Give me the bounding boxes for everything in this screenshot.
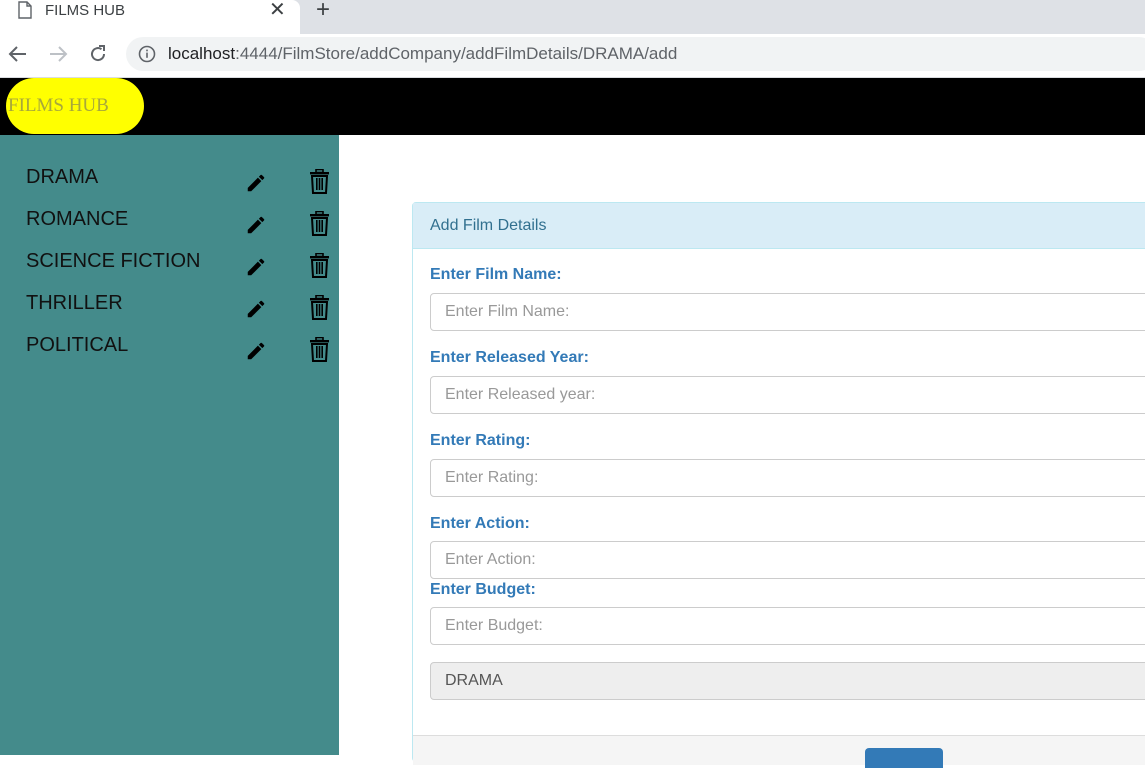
browser-toolbar: localhost:4444/FilmStore/addCompany/addF… — [0, 34, 1145, 78]
app-header: FILMS HUB — [0, 78, 1145, 135]
logo-text: FILMS HUB — [8, 95, 109, 116]
edit-icon[interactable] — [245, 256, 267, 278]
forward-icon[interactable] — [46, 42, 70, 66]
trash-icon[interactable] — [309, 295, 330, 320]
sidebar: DRAMA ROMANCE SCIENCE FICTION THRILLER P… — [0, 135, 339, 755]
category-value: DRAMA — [445, 672, 503, 689]
trash-icon[interactable] — [309, 169, 330, 194]
browser-tab-bar: FILMS HUB ✕ + — [0, 0, 1145, 34]
reload-icon[interactable] — [86, 42, 110, 66]
new-tab-icon[interactable]: + — [316, 0, 330, 22]
panel-heading: Add Film Details — [413, 203, 1145, 249]
sidebar-item-science-fiction: SCIENCE FICTION — [0, 250, 339, 292]
main-content: Add Film Details Enter Film Name: Enter … — [339, 135, 1145, 768]
category-field: DRAMA — [430, 662, 1145, 700]
sidebar-item-label[interactable]: POLITICAL — [26, 334, 128, 357]
sidebar-item-thriller: THRILLER — [0, 292, 339, 334]
sidebar-item-political: POLITICAL — [0, 334, 339, 376]
tab-title: FILMS HUB — [45, 2, 126, 19]
trash-icon[interactable] — [309, 337, 330, 362]
action-input[interactable] — [430, 541, 1145, 579]
info-icon[interactable] — [138, 45, 156, 63]
edit-icon[interactable] — [245, 298, 267, 320]
action-label: Enter Action: — [430, 515, 530, 532]
url-host: localhost — [168, 44, 236, 63]
film-name-label: Enter Film Name: — [430, 266, 562, 283]
browser-tab[interactable]: FILMS HUB ✕ — [0, 0, 300, 34]
logo[interactable]: FILMS HUB — [6, 78, 144, 134]
sidebar-item-label[interactable]: ROMANCE — [26, 208, 128, 231]
sidebar-item-label[interactable]: SCIENCE FICTION — [26, 250, 200, 273]
rating-label: Enter Rating: — [430, 432, 531, 449]
edit-icon[interactable] — [245, 340, 267, 362]
edit-icon[interactable] — [245, 214, 267, 236]
film-name-input[interactable] — [430, 293, 1145, 331]
trash-icon[interactable] — [309, 211, 330, 236]
sidebar-item-drama: DRAMA — [0, 166, 339, 208]
url-path: :4444/FilmStore/addCompany/addFilmDetail… — [235, 44, 678, 63]
sidebar-item-label[interactable]: DRAMA — [26, 166, 98, 189]
submit-button[interactable] — [865, 748, 943, 768]
budget-label: Enter Budget: — [430, 581, 536, 598]
panel-title: Add Film Details — [430, 217, 547, 234]
add-film-panel: Add Film Details Enter Film Name: Enter … — [412, 202, 1145, 768]
sidebar-item-label[interactable]: THRILLER — [26, 292, 123, 315]
back-icon[interactable] — [6, 42, 30, 66]
url-text: localhost:4444/FilmStore/addCompany/addF… — [168, 44, 677, 64]
budget-input[interactable] — [430, 607, 1145, 645]
edit-icon[interactable] — [245, 172, 267, 194]
released-year-input[interactable] — [430, 376, 1145, 414]
sidebar-item-romance: ROMANCE — [0, 208, 339, 250]
trash-icon[interactable] — [309, 253, 330, 278]
released-year-label: Enter Released Year: — [430, 349, 589, 366]
address-bar[interactable]: localhost:4444/FilmStore/addCompany/addF… — [126, 37, 1145, 71]
panel-footer — [413, 735, 1145, 768]
page-icon — [18, 1, 32, 19]
rating-input[interactable] — [430, 459, 1145, 497]
close-icon[interactable]: ✕ — [269, 0, 286, 21]
